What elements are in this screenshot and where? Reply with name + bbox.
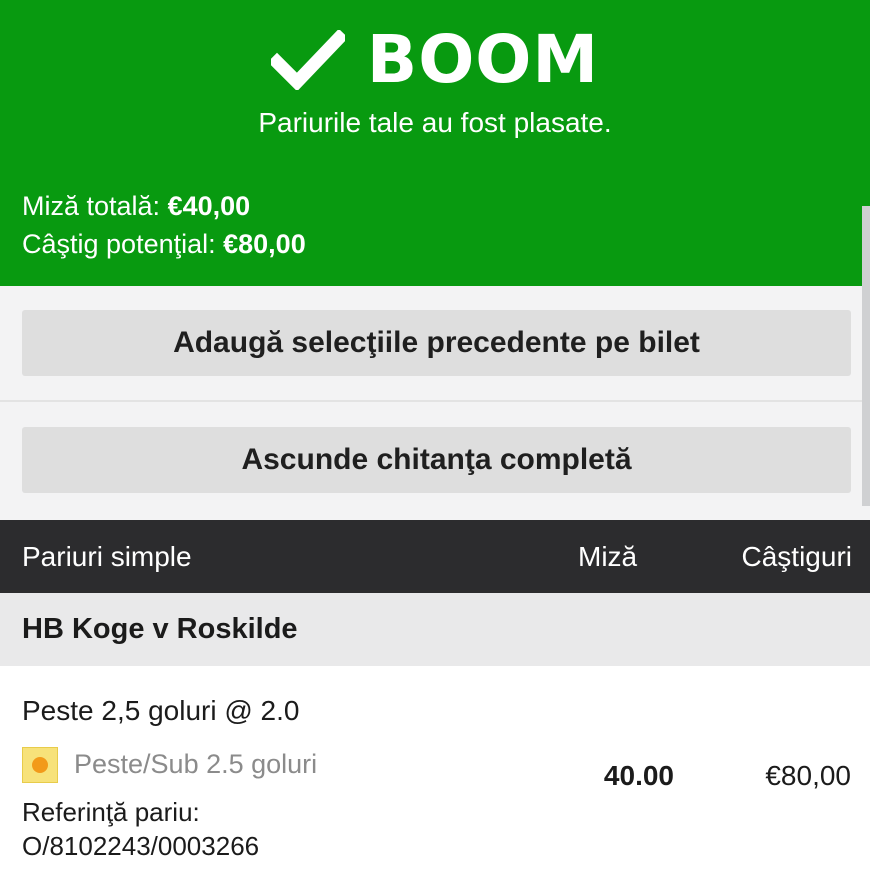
event-row: HB Koge v Roskilde [0,593,870,666]
bet-stake: 40.00 [603,760,674,791]
total-stake-value: €40,00 [167,191,251,221]
bet-row: Peste 2,5 goluri @ 2.0 Peste/Sub 2.5 gol… [0,666,870,886]
total-stake-label: Miză totală: [22,191,168,221]
status-dot-icon [32,757,48,773]
event-name: HB Koge v Roskilde [22,613,298,645]
hide-full-receipt-button[interactable]: Ascunde chitanţa completă [22,427,851,493]
bet-winnings: €80,00 [765,760,851,791]
potential-win-line: Câştig potenţial: €80,00 [22,226,306,262]
add-previous-selections-button[interactable]: Adaugă selecţiile precedente pe bilet [22,310,851,376]
bet-reference-value: O/8102243/0003266 [22,831,260,861]
add-previous-section: Adaugă selecţiile precedente pe bilet [0,286,870,400]
checkmark-icon [270,30,345,90]
success-banner: BOOM Pariurile tale au fost plasate. Miz… [0,0,870,286]
column-single-bets: Pariuri simple [22,541,192,572]
bet-selection: Peste 2,5 goluri @ 2.0 [22,695,300,726]
potential-win-label: Câştig potenţial: [22,229,224,259]
success-heading: BOOM [0,24,870,96]
bets-placed-message: Pariurile tale au fost plasate. [258,107,612,138]
market-status-icon [22,747,58,783]
scrollbar[interactable] [862,206,870,506]
column-winnings: Câştiguri [741,541,852,572]
bet-market: Peste/Sub 2.5 goluri [74,749,318,779]
bet-reference-label: Referinţă pariu: [22,797,200,827]
potential-win-value: €80,00 [223,229,306,259]
column-stake: Miză [578,541,638,572]
bets-table-header: Pariuri simple Miză Câştiguri [0,520,870,593]
total-stake-line: Miză totală: €40,00 [22,188,250,224]
hide-receipt-section: Ascunde chitanţa completă [0,402,870,520]
boom-title: BOOM [366,21,600,98]
